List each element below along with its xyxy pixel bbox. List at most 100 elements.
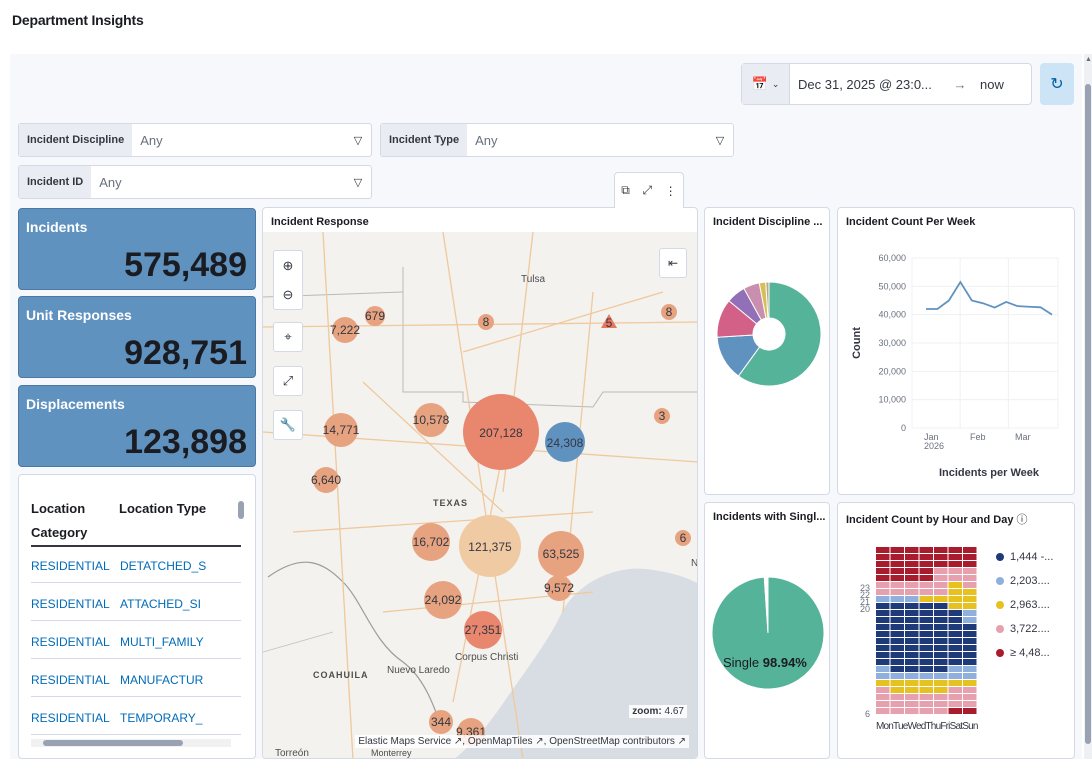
heatmap-cell[interactable] (905, 673, 919, 679)
heatmap-cell[interactable] (905, 652, 919, 658)
heatmap-cell[interactable] (948, 617, 963, 623)
scroll-thumb[interactable] (238, 501, 244, 519)
heatmap-cell[interactable] (948, 631, 963, 637)
heatmap-cell[interactable] (934, 701, 948, 707)
heatmap-cell[interactable] (876, 582, 890, 588)
heatmap-cell[interactable] (919, 554, 934, 560)
heatmap-cell[interactable] (905, 694, 919, 700)
cell-category[interactable]: RESIDENTIAL (31, 673, 110, 687)
heatmap-cell[interactable] (963, 645, 977, 651)
heatmap-cell[interactable] (905, 554, 919, 560)
heatmap-cell[interactable] (905, 701, 919, 707)
table-row[interactable]: RESIDENTIAL DETATCHED_S (31, 549, 241, 583)
heatmap-cell[interactable] (905, 596, 919, 602)
heatmap-cell[interactable] (919, 610, 934, 616)
maximize-icon[interactable]: ⤢ (642, 183, 652, 198)
heatmap-cell[interactable] (876, 568, 890, 574)
heatmap-cell[interactable] (919, 596, 934, 602)
heatmap-cell[interactable] (905, 680, 919, 686)
heatmap-cell[interactable] (890, 652, 905, 658)
cell-type[interactable]: TEMPORARY_ (120, 711, 216, 725)
heatmap-cell[interactable] (890, 645, 905, 651)
heatmap-cell[interactable] (890, 582, 905, 588)
heatmap-cell[interactable] (934, 554, 948, 560)
heatmap-cell[interactable] (934, 673, 948, 679)
heatmap-cell[interactable] (919, 561, 934, 567)
heatmap-cell[interactable] (963, 568, 977, 574)
heatmap-cell[interactable] (919, 589, 934, 595)
page-scrollbar-thumb[interactable] (1085, 84, 1091, 744)
heatmap-cell[interactable] (905, 638, 919, 644)
heatmap-cell[interactable] (905, 589, 919, 595)
heatmap-cell[interactable] (890, 547, 905, 553)
heatmap-cell[interactable] (934, 645, 948, 651)
heatmap-cell[interactable] (919, 645, 934, 651)
heatmap-cell[interactable] (934, 638, 948, 644)
legend-item[interactable]: 2,963.... (996, 599, 1050, 611)
heatmap-cell[interactable] (919, 617, 934, 623)
heatmap-cell[interactable] (948, 652, 963, 658)
calendar-dropdown-button[interactable]: 📅 ⌄ (742, 64, 790, 104)
heatmap-cell[interactable] (876, 694, 890, 700)
heatmap-cell[interactable] (890, 701, 905, 707)
heatmap-cell[interactable] (948, 589, 963, 595)
scroll-thumb[interactable] (43, 740, 183, 746)
heatmap-cell[interactable] (948, 624, 963, 630)
page-scrollbar[interactable] (1084, 54, 1092, 759)
heatmap-chart[interactable]: 232221206MonTueWedThuFriSatSun (838, 533, 988, 753)
column-header-location-type[interactable]: Location Type (119, 497, 229, 521)
heatmap-cell[interactable] (905, 666, 919, 672)
heatmap-cell[interactable] (948, 603, 963, 609)
heatmap-cell[interactable] (948, 673, 963, 679)
table-row[interactable]: RESIDENTIAL MULTI_FAMILY (31, 625, 241, 659)
heatmap-cell[interactable] (905, 561, 919, 567)
heatmap-cell[interactable] (876, 687, 890, 693)
heatmap-cell[interactable] (919, 687, 934, 693)
heatmap-cell[interactable] (919, 624, 934, 630)
heatmap-cell[interactable] (876, 652, 890, 658)
cell-type[interactable]: MANUFACTUR (120, 673, 216, 687)
inspect-icon[interactable]: ⧉ (621, 183, 630, 198)
heatmap-cell[interactable] (963, 631, 977, 637)
filter-incident-discipline[interactable]: Incident Discipline Any ▽ (18, 123, 372, 157)
heatmap-cell[interactable] (934, 575, 948, 581)
heatmap-cell[interactable] (934, 666, 948, 672)
heatmap-cell[interactable] (934, 680, 948, 686)
heatmap-cell[interactable] (963, 624, 977, 630)
heatmap-cell[interactable] (890, 666, 905, 672)
table-scrollbar-vertical[interactable] (237, 485, 245, 735)
heatmap-cell[interactable] (876, 680, 890, 686)
heatmap-cell[interactable] (905, 603, 919, 609)
heatmap-cell[interactable] (890, 603, 905, 609)
legend-item[interactable]: 1,444 -... (996, 551, 1053, 563)
heatmap-cell[interactable] (948, 687, 963, 693)
map-attribution[interactable]: Elastic Maps Service ↗, OpenMapTiles ↗, … (355, 735, 689, 748)
fullscreen-button[interactable]: ⤢ (273, 366, 303, 396)
heatmap-cell[interactable] (963, 680, 977, 686)
chevron-down-icon[interactable]: ▽ (707, 134, 733, 147)
heatmap-cell[interactable] (948, 582, 963, 588)
heatmap-cell[interactable] (890, 589, 905, 595)
heatmap-cell[interactable] (876, 596, 890, 602)
heatmap-cell[interactable] (919, 708, 934, 714)
heatmap-cell[interactable] (890, 568, 905, 574)
heatmap-cell[interactable] (919, 631, 934, 637)
heatmap-cell[interactable] (934, 589, 948, 595)
cell-category[interactable]: RESIDENTIAL (31, 559, 110, 573)
heatmap-cell[interactable] (963, 666, 977, 672)
heatmap-cell[interactable] (905, 645, 919, 651)
heatmap-cell[interactable] (934, 582, 948, 588)
cell-type[interactable]: ATTACHED_SI (120, 597, 216, 611)
scroll-up-icon[interactable]: ▲ (1085, 56, 1092, 63)
heatmap-cell[interactable] (919, 673, 934, 679)
column-header-location-category[interactable]: Location Category (31, 497, 111, 545)
cell-type[interactable]: DETATCHED_S (120, 559, 216, 573)
donut-chart[interactable] (705, 238, 830, 488)
table-row[interactable]: RESIDENTIAL MANUFACTUR (31, 663, 241, 697)
heatmap-cell[interactable] (876, 708, 890, 714)
cell-category[interactable]: RESIDENTIAL (31, 635, 110, 649)
heatmap-cell[interactable] (905, 575, 919, 581)
heatmap-cell[interactable] (934, 561, 948, 567)
heatmap-cell[interactable] (963, 603, 977, 609)
heatmap-cell[interactable] (905, 687, 919, 693)
